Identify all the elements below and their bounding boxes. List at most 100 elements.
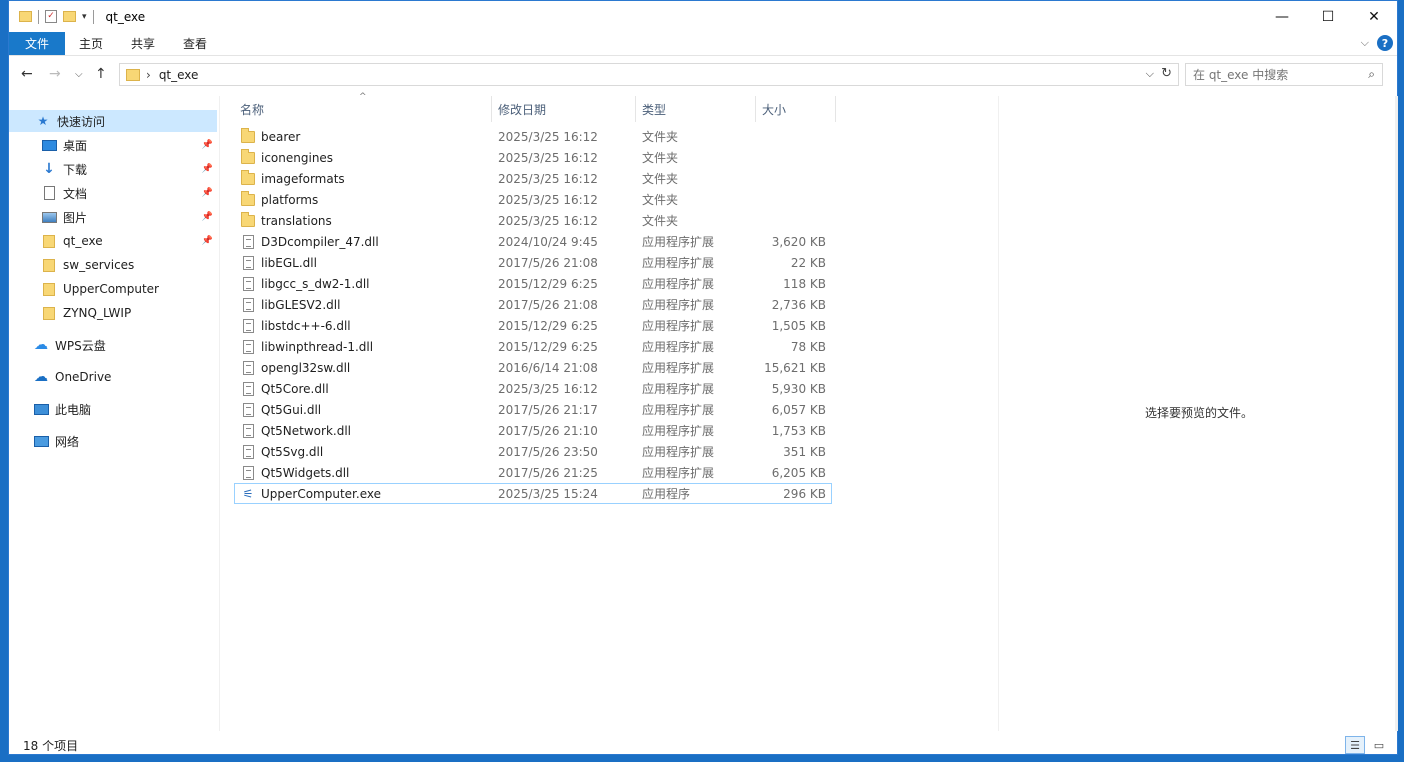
forward-button[interactable]: → — [49, 66, 61, 82]
file-row[interactable]: Qt5Gui.dll 2017/5/26 21:17 应用程序扩展 6,057 KB — [234, 399, 832, 420]
nav-item-documents[interactable]: 文档 📌 — [9, 182, 217, 204]
file-row[interactable]: imageformats 2025/3/25 16:12 文件夹 — [234, 168, 832, 189]
file-row[interactable]: Qt5Core.dll 2025/3/25 16:12 应用程序扩展 5,930 KB — [234, 378, 832, 399]
file-row[interactable]: Qt5Svg.dll 2017/5/26 23:50 应用程序扩展 351 KB — [234, 441, 832, 462]
pin-icon[interactable]: 📌 — [202, 140, 213, 150]
pin-icon[interactable]: 📌 — [202, 212, 213, 222]
file-name: Qt5Network.dll — [261, 423, 351, 438]
help-button[interactable]: ? — [1377, 35, 1393, 51]
tab-home[interactable]: 主页 — [65, 32, 117, 55]
search-box[interactable]: ⌕ — [1185, 63, 1383, 86]
tab-view[interactable]: 查看 — [169, 32, 221, 55]
file-date: 2025/3/25 16:12 — [498, 192, 598, 207]
file-row[interactable]: libstdc++-6.dll 2015/12/29 6:25 应用程序扩展 1,50… — [234, 315, 832, 336]
nav-label: UpperComputer — [63, 282, 159, 296]
file-row[interactable]: translations 2025/3/25 16:12 文件夹 — [234, 210, 832, 231]
file-name-cell[interactable]: Qt5Core.dll — [234, 381, 492, 396]
file-name-cell[interactable]: Qt5Network.dll — [234, 423, 492, 438]
file-name-cell[interactable]: translations — [234, 211, 492, 228]
nav-item-desktop[interactable]: 桌面 📌 — [9, 134, 217, 156]
file-row[interactable]: Qt5Network.dll 2017/5/26 21:10 应用程序扩展 1,753… — [234, 420, 832, 441]
file-name-cell[interactable]: opengl32sw.dll — [234, 360, 492, 375]
close-button[interactable]: ✕ — [1351, 1, 1397, 32]
file-row[interactable]: libgcc_s_dw2-1.dll 2015/12/29 6:25 应用程序扩展 1… — [234, 273, 832, 294]
nav-quick-access[interactable]: ★ 快速访问 — [9, 110, 217, 132]
pin-icon[interactable]: 📌 — [202, 236, 213, 246]
nav-item-zynq-lwip[interactable]: ZYNQ_LWIP — [9, 302, 217, 324]
nav-item-sw-services[interactable]: sw_services — [9, 254, 217, 276]
file-name-cell[interactable]: bearer — [234, 127, 492, 144]
file-row[interactable]: platforms 2025/3/25 16:12 文件夹 — [234, 189, 832, 210]
file-row[interactable]: iconengines 2025/3/25 16:12 文件夹 — [234, 147, 832, 168]
maximize-button[interactable]: ☐ — [1305, 1, 1351, 32]
recent-locations-icon[interactable]: ⌵ — [75, 69, 83, 80]
file-name: translations — [261, 213, 332, 228]
file-size: 5,930 KB — [771, 381, 826, 396]
file-row[interactable]: libwinpthread-1.dll 2015/12/29 6:25 应用程序扩展… — [234, 336, 832, 357]
refresh-icon[interactable]: ↻ — [1161, 66, 1172, 81]
file-name-cell[interactable]: Qt5Svg.dll — [234, 444, 492, 459]
tab-file[interactable]: 文件 — [9, 32, 65, 55]
chevron-down-icon[interactable]: ⌵ — [1361, 36, 1369, 50]
file-name-cell[interactable]: Qt5Gui.dll — [234, 402, 492, 417]
file-name-cell[interactable]: Qt5Widgets.dll — [234, 465, 492, 480]
file-name-cell[interactable]: imageformats — [234, 169, 492, 186]
customize-toolbar-icon[interactable]: ▾ — [82, 12, 87, 22]
file-name-cell[interactable]: D3Dcompiler_47.dll — [234, 234, 492, 249]
file-name-cell[interactable]: libwinpthread-1.dll — [234, 339, 492, 354]
view-buttons: ☰ ▭ — [1345, 736, 1389, 754]
nav-item-onedrive[interactable]: ☁ OneDrive — [9, 366, 217, 388]
scrollbar[interactable] — [1395, 96, 1398, 731]
column-size[interactable]: 大小 — [756, 96, 836, 122]
file-row[interactable]: bearer 2025/3/25 16:12 文件夹 — [234, 126, 832, 147]
file-row[interactable]: Qt5Widgets.dll 2017/5/26 21:25 应用程序扩展 6,205… — [234, 462, 832, 483]
tab-share[interactable]: 共享 — [117, 32, 169, 55]
column-date[interactable]: 修改日期 — [492, 96, 636, 122]
file-name: Qt5Gui.dll — [261, 402, 322, 417]
nav-item-this-pc[interactable]: 此电脑 — [9, 398, 217, 420]
nav-item-network[interactable]: 网络 — [9, 430, 217, 452]
pin-icon[interactable]: 📌 — [202, 188, 213, 198]
properties-icon[interactable]: ✓ — [45, 10, 57, 23]
file-name-cell[interactable]: platforms — [234, 190, 492, 207]
pin-icon[interactable]: 📌 — [202, 164, 213, 174]
address-history-icon[interactable]: ⌵ — [1146, 67, 1154, 81]
nav-item-wps-cloud[interactable]: ☁ WPS云盘 — [9, 334, 217, 356]
file-row[interactable]: opengl32sw.dll 2016/6/14 21:08 应用程序扩展 15,62… — [234, 357, 832, 378]
details-view-icon[interactable]: ☰ — [1345, 736, 1365, 754]
folder-icon — [241, 190, 255, 206]
folder-icon — [41, 258, 57, 272]
file-row[interactable]: libGLESV2.dll 2017/5/26 21:08 应用程序扩展 2,736 … — [234, 294, 832, 315]
dll-file-icon — [243, 360, 254, 375]
file-type: 应用程序扩展 — [642, 340, 715, 354]
file-name-cell[interactable]: libEGL.dll — [234, 255, 492, 270]
nav-item-uppercomputer[interactable]: UpperComputer — [9, 278, 217, 300]
nav-item-downloads[interactable]: ↓ 下载 📌 — [9, 158, 217, 180]
nav-item-pictures[interactable]: 图片 📌 — [9, 206, 217, 228]
minimize-button[interactable]: — — [1259, 1, 1305, 32]
file-name-cell[interactable]: libgcc_s_dw2-1.dll — [234, 276, 492, 291]
nav-item-qt-exe[interactable]: qt_exe 📌 — [9, 230, 217, 252]
breadcrumb-current[interactable]: qt_exe — [159, 68, 199, 82]
search-input[interactable] — [1193, 67, 1353, 82]
column-type[interactable]: 类型 — [636, 96, 756, 122]
quick-access-toolbar: ✓ ▾ — [19, 9, 94, 24]
file-name-cell[interactable]: iconengines — [234, 148, 492, 165]
folder-icon — [41, 306, 57, 320]
breadcrumb-separator-icon[interactable]: › — [146, 68, 151, 82]
file-row[interactable]: ⚟ UpperComputer.exe 2025/3/25 15:24 应用程序 296… — [234, 483, 832, 504]
back-button[interactable]: ← — [21, 66, 33, 82]
file-row[interactable]: libEGL.dll 2017/5/26 21:08 应用程序扩展 22 KB — [234, 252, 832, 273]
file-name-cell[interactable]: ⚟ UpperComputer.exe — [234, 487, 492, 501]
file-type: 应用程序扩展 — [642, 445, 715, 459]
file-date: 2025/3/25 15:24 — [498, 486, 598, 501]
large-icons-view-icon[interactable]: ▭ — [1369, 736, 1389, 754]
file-type: 应用程序扩展 — [642, 277, 715, 291]
file-row[interactable]: D3Dcompiler_47.dll 2024/10/24 9:45 应用程序扩展 3… — [234, 231, 832, 252]
new-folder-icon[interactable] — [63, 11, 76, 22]
file-name-cell[interactable]: libGLESV2.dll — [234, 297, 492, 312]
up-button[interactable]: ↑ — [95, 66, 107, 82]
search-icon[interactable]: ⌕ — [1368, 67, 1375, 82]
file-name-cell[interactable]: libstdc++-6.dll — [234, 318, 492, 333]
address-bar[interactable]: › qt_exe ⌵ ↻ — [119, 63, 1179, 86]
